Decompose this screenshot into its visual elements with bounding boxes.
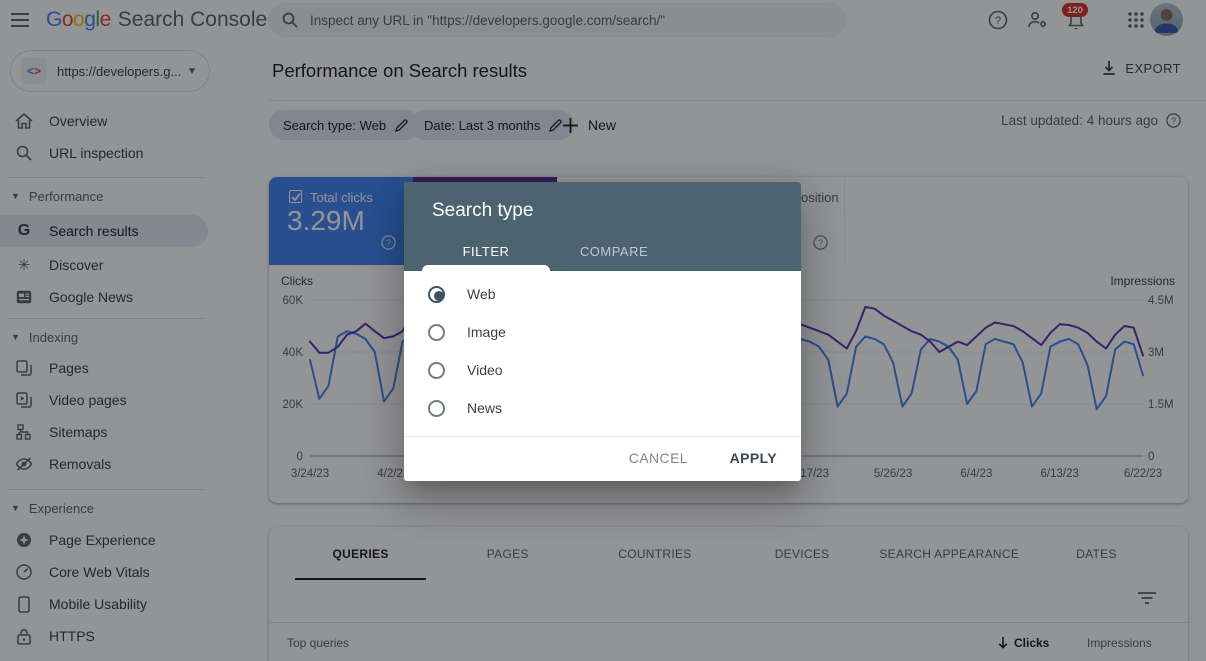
radio-unselected-icon [428, 400, 445, 417]
radio-unselected-icon [428, 362, 445, 379]
apply-button[interactable]: APPLY [730, 450, 777, 466]
radio-option-image[interactable]: Image [428, 320, 768, 344]
radio-option-web[interactable]: Web [428, 282, 768, 306]
radio-unselected-icon [428, 324, 445, 341]
cancel-button[interactable]: CANCEL [629, 450, 688, 466]
active-tab-indicator [422, 265, 550, 271]
dialog-header: Search type FILTER COMPARE [404, 182, 801, 271]
app-window: Google Search Console Inspect any URL in… [0, 0, 1206, 661]
dialog-tab-filter[interactable]: FILTER [422, 238, 550, 265]
radio-option-video[interactable]: Video [428, 358, 768, 382]
dialog-footer: CANCEL APPLY [404, 436, 801, 481]
dialog-tab-compare[interactable]: COMPARE [550, 238, 678, 265]
radio-option-news[interactable]: News [428, 396, 768, 420]
radio-selected-icon [428, 286, 445, 303]
dialog-title: Search type [432, 200, 533, 222]
search-type-dialog: Search type FILTER COMPARE Web Image Vid… [404, 182, 801, 481]
